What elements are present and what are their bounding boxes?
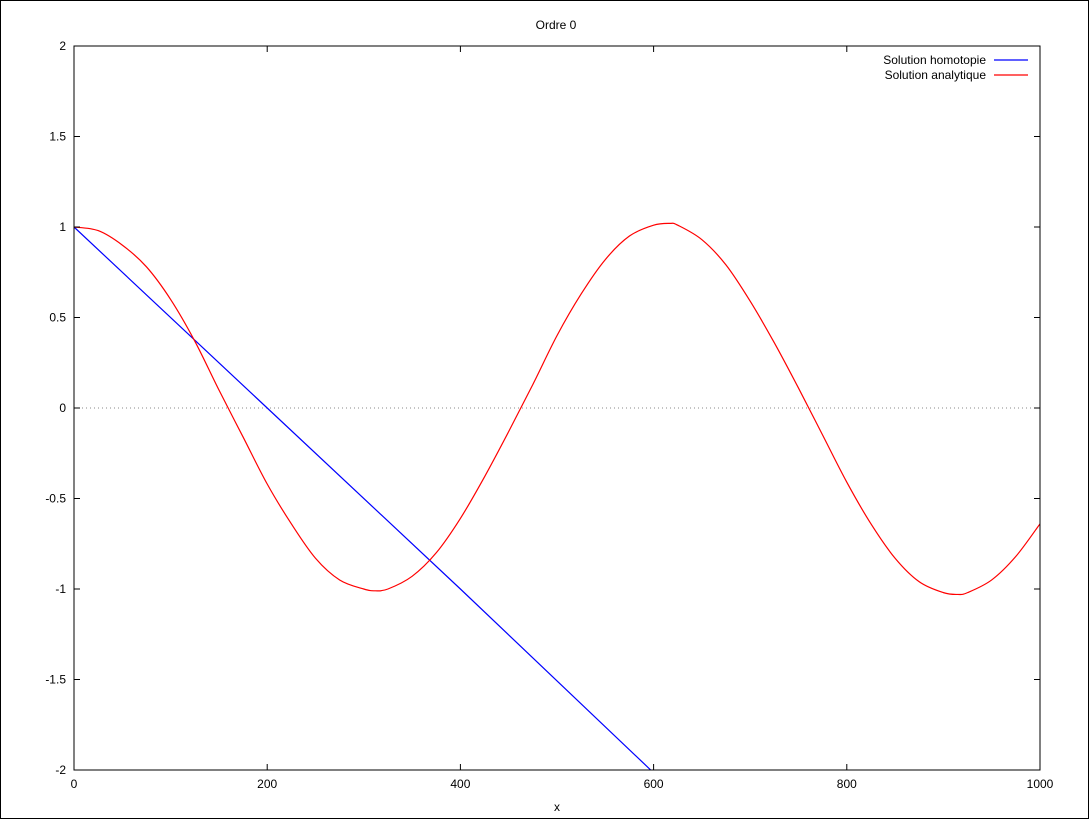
legend-label: Solution homotopie [883, 53, 986, 67]
y-tick-label: -2 [55, 763, 66, 777]
y-tick-label: 0 [59, 401, 66, 415]
series-line-1 [74, 226, 652, 770]
legend-label: Solution analytique [885, 68, 987, 82]
x-tick-label: 1000 [1027, 777, 1054, 791]
x-tick-label: 800 [837, 777, 857, 791]
x-tick-label: 0 [71, 777, 78, 791]
y-tick-label: 0.5 [49, 311, 66, 325]
y-tick-label: -1.5 [45, 673, 66, 687]
series-line-2 [74, 222, 1040, 596]
y-tick-label: -1 [55, 582, 66, 596]
y-tick-label: 2 [59, 39, 66, 53]
legend: Solution homotopieSolution analytique [883, 53, 1028, 82]
y-tick-label: -0.5 [45, 492, 66, 506]
y-tick-label: 1 [59, 220, 66, 234]
y-tick-label: 1.5 [49, 130, 66, 144]
x-axis-label: x [554, 800, 560, 814]
chart-title: Ordre 0 [536, 18, 577, 32]
x-tick-label: 400 [450, 777, 470, 791]
line-chart: Ordre 0 x 0 200 400 600 800 1000 -2 -1.5 -1 -0.5 0… [45, 18, 1054, 814]
x-tick-label: 200 [257, 777, 277, 791]
x-tick-label: 600 [644, 777, 664, 791]
